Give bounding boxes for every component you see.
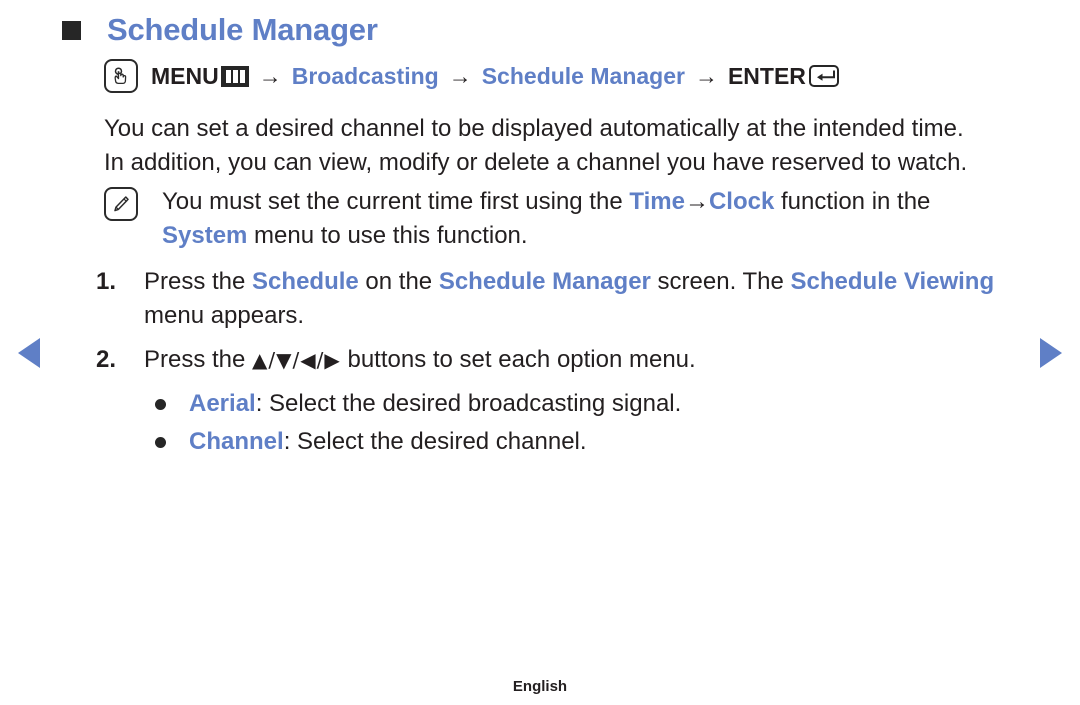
manual-page: Schedule Manager MENU → Broadcasting → S… [0,0,1080,705]
step-item-2: 2. Press the ▲/▼/◀/▶ buttons to set each… [96,343,1036,377]
page-title-row: Schedule Manager [62,12,378,48]
enter-return-icon [808,65,839,87]
bullet-text-channel: Channel: Select the desired channel. [189,425,587,459]
step1-highlight-schedule-manager: Schedule Manager [438,268,651,295]
step-text-1: Press the Schedule on the Schedule Manag… [144,265,1004,333]
list-item: Channel: Select the desired channel. [155,425,1035,459]
bullet-desc-aerial: : Select the desired broadcasting signal… [255,390,682,417]
step1-highlight-schedule: Schedule [252,268,359,295]
breadcrumb-item-schedule-manager[interactable]: Schedule Manager [482,63,685,90]
option-bullet-list: Aerial: Select the desired broadcasting … [155,387,1035,463]
step1-part-3: screen. The [650,268,791,295]
step-text-2: Press the ▲/▼/◀/▶ buttons to set each op… [144,343,1004,377]
menu-grid-icon [220,65,249,87]
breadcrumb-item-broadcasting[interactable]: Broadcasting [292,63,439,90]
breadcrumb-menu-label: MENU [151,62,219,89]
breadcrumb-separator-2: → [448,62,472,89]
note-pencil-icon [104,187,138,221]
steps-list: 1. Press the Schedule on the Schedule Ma… [96,265,1036,387]
direction-buttons-icon: ▲/▼/◀/▶ [252,348,341,372]
bullet-text-aerial: Aerial: Select the desired broadcasting … [189,387,681,421]
next-page-arrow-icon[interactable] [1040,338,1062,368]
step1-part-2: on the [358,268,439,295]
bullet-dot-icon [155,399,166,410]
breadcrumb-separator-3: → [694,62,718,89]
intro-paragraph: You can set a desired channel to be disp… [104,112,1034,180]
bullet-label-aerial: Aerial [189,390,256,417]
note-arrow: → [684,188,709,215]
step2-part-1: Press the [144,346,253,373]
step-number-2: 2. [96,346,117,373]
bullet-desc-channel: : Select the desired channel. [283,428,587,455]
list-item: Aerial: Select the desired broadcasting … [155,387,1035,421]
note-text-part-2: function in the [774,188,931,215]
breadcrumb-enter-label: ENTER [727,62,806,89]
note-text-part-1: You must set the current time first usin… [162,188,630,215]
page-title: Schedule Manager [107,12,378,47]
breadcrumb-separator-1: → [258,62,282,89]
note-text: You must set the current time first usin… [162,185,1022,253]
note-highlight-system: System [162,222,248,249]
step1-part-4: menu appears. [144,302,305,329]
step-number-1: 1. [96,268,117,295]
note-highlight-time: Time [629,188,685,215]
note-block: You must set the current time first usin… [104,185,1034,253]
step2-part-2: buttons to set each option menu. [340,346,696,373]
previous-page-arrow-icon[interactable] [18,338,40,368]
step-item-1: 1. Press the Schedule on the Schedule Ma… [96,265,1036,333]
note-text-part-3: menu to use this function. [247,222,528,249]
footer-language-label: English [512,678,568,695]
step1-part-1: Press the [144,268,253,295]
step1-highlight-schedule-viewing: Schedule Viewing [790,268,995,295]
breadcrumb: MENU → Broadcasting → Schedule Manager →… [104,59,839,93]
note-highlight-clock: Clock [708,188,775,215]
title-bullet-square-icon [62,21,81,40]
intro-line-1: You can set a desired channel to be disp… [104,115,964,142]
touch-press-icon [104,59,138,93]
bullet-dot-icon [155,437,166,448]
bullet-label-channel: Channel [189,428,284,455]
intro-line-2: In addition, you can view, modify or del… [104,149,968,176]
